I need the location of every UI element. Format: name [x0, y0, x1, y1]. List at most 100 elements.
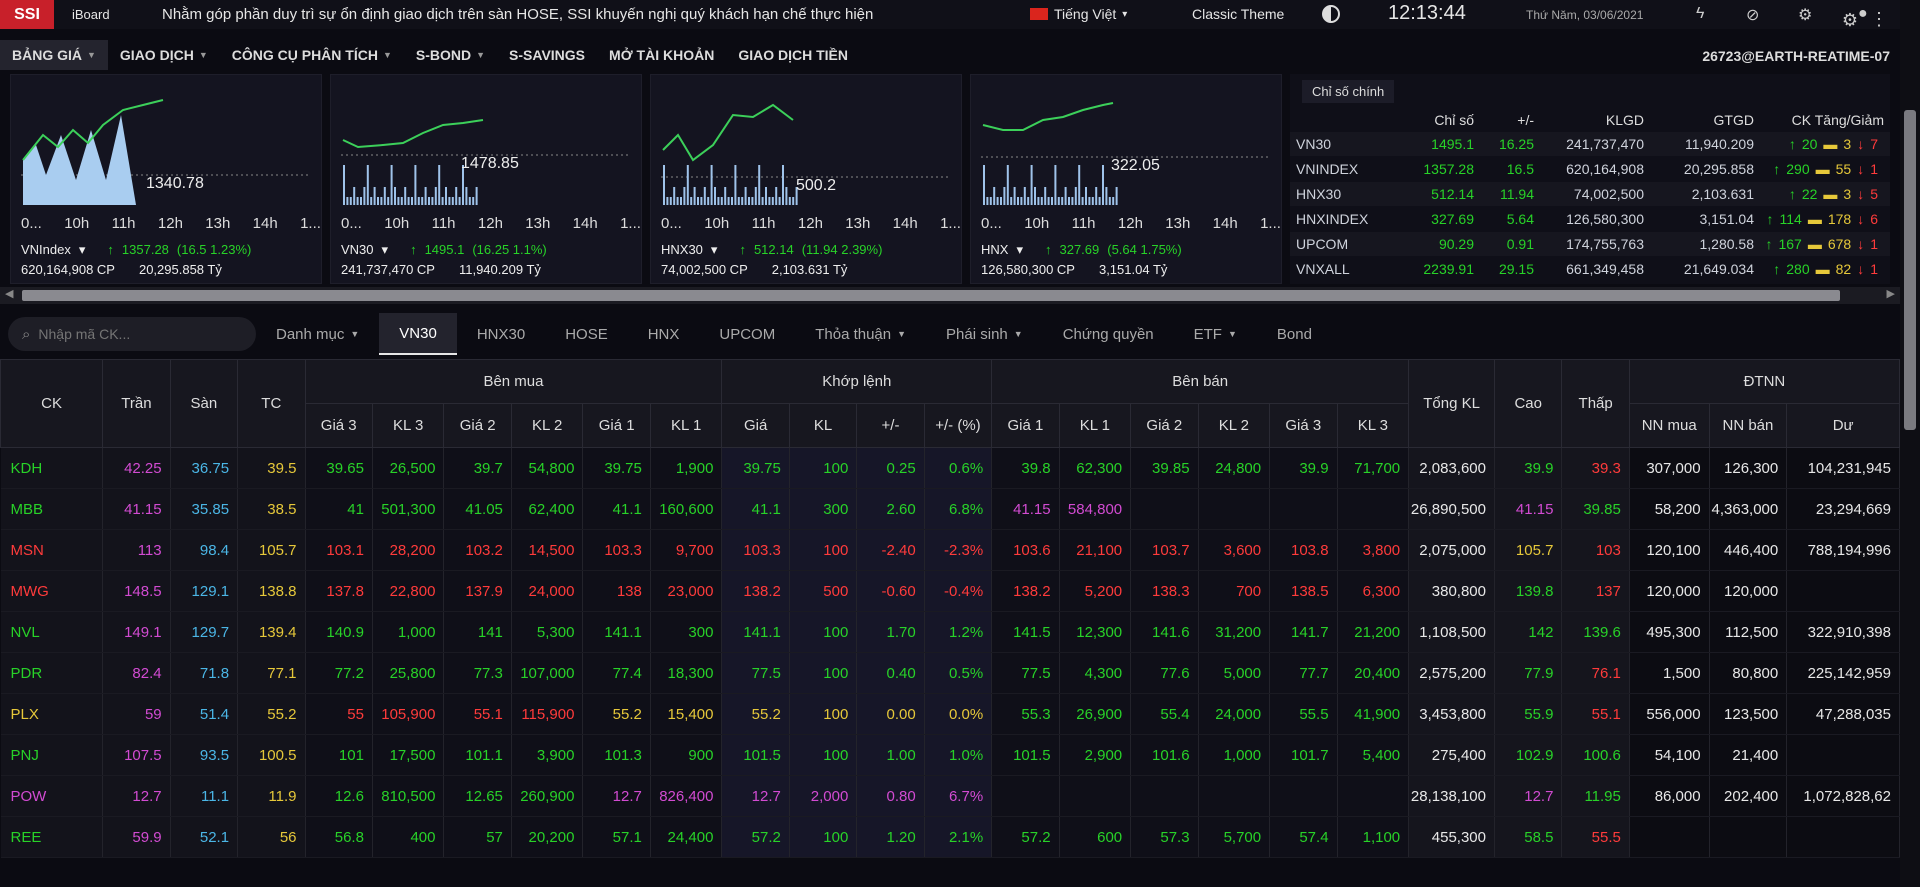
cell: [1198, 775, 1271, 817]
index-row[interactable]: VN30 1495.1 16.25 241,737,470 11,940.209 ↑ 20 …: [1290, 132, 1890, 156]
tab-vn30[interactable]: VN30: [379, 313, 457, 355]
cell: 1,100: [1337, 816, 1410, 858]
tab-hnx30[interactable]: HNX30: [457, 313, 545, 355]
theme-label[interactable]: Classic Theme: [1192, 6, 1284, 22]
cell: 100: [789, 816, 858, 858]
table-row[interactable]: KDH 42.25 36.75 39.5 39.65 26,500 39.7 54,800 39…: [0, 447, 1900, 489]
mini-chart-hnx30[interactable]: 500.2 0... 10h 11h 12h 13h 14h 1... HNX30 ▾ ↑ 512.1…: [650, 74, 962, 284]
vertical-scrollbar[interactable]: [1900, 0, 1920, 887]
tab-chứng-quyền[interactable]: Chứng quyền: [1043, 313, 1174, 355]
cell: 3,900: [511, 734, 584, 776]
table-row[interactable]: MWG 148.5 129.1 138.8 137.8 22,800 137.9 24,000…: [0, 570, 1900, 612]
arrow-up-icon: ↑: [1766, 211, 1774, 227]
index-name[interactable]: VN30: [341, 242, 374, 258]
index-name: VNINDEX: [1296, 161, 1359, 177]
scrollbar-thumb[interactable]: [22, 290, 1840, 301]
cell: 39.8: [991, 447, 1060, 489]
theme-toggle-icon[interactable]: [1322, 5, 1340, 23]
cell: 2,900: [1059, 734, 1132, 776]
ssi-logo[interactable]: SSI: [0, 0, 54, 29]
chevron-down-icon[interactable]: ▾: [711, 242, 718, 258]
stock-search[interactable]: ⌕: [8, 317, 256, 351]
index-volume: 126,580,300: [1566, 211, 1644, 227]
index-row[interactable]: VNINDEX 1357.28 16.5 620,164,908 20,295.858 ↑…: [1290, 157, 1890, 181]
news-ticker[interactable]: Nhằm góp phần duy trì sự ổn định giao dị…: [162, 6, 1002, 23]
cell: 86,000: [1628, 775, 1710, 817]
index-summary: VNIndex ▾ ↑ 1357.28 (16.5 1.23%): [21, 242, 251, 258]
tab-hnx[interactable]: HNX: [628, 313, 700, 355]
language-selector[interactable]: Tiếng Việt ▾: [1030, 6, 1127, 22]
cell: 41: [305, 488, 373, 530]
cell: 57.2: [991, 816, 1060, 858]
table-row[interactable]: PLX 59 51.4 55.2 55 105,900 55.1 115,900 55.2 15,…: [0, 693, 1900, 735]
tab-danh-mục[interactable]: Danh mục ▼: [256, 313, 379, 355]
nav-item-6[interactable]: GIAO DỊCH TIỀN: [726, 40, 860, 70]
volume-bar: [404, 187, 407, 205]
chevron-down-icon[interactable]: ▾: [1016, 242, 1023, 258]
tab-phái-sinh[interactable]: Phái sinh ▼: [926, 313, 1043, 355]
chart-scrollbar[interactable]: ◀ ▶: [0, 287, 1900, 304]
cell: 2.1%: [924, 816, 993, 858]
more-options-icon[interactable]: ⋮: [1870, 9, 1888, 30]
nav-item-label: MỞ TÀI KHOẢN: [609, 47, 715, 63]
nav-item-5[interactable]: MỞ TÀI KHOẢN: [597, 40, 726, 70]
nav-item-4[interactable]: S-SAVINGS: [497, 40, 597, 70]
cell: 400: [372, 816, 445, 858]
tab-hose[interactable]: HOSE: [545, 313, 628, 355]
tab-bond[interactable]: Bond: [1257, 313, 1332, 355]
table-row[interactable]: REE 59.9 52.1 56 56.8 400 57 20,200 57.1 24,400 57…: [0, 816, 1900, 858]
cell: 12.7: [1494, 775, 1563, 817]
index-name[interactable]: VNIndex: [21, 242, 71, 258]
cell: 58.5: [1494, 816, 1563, 858]
table-row[interactable]: MSN 113 98.4 105.7 103.1 28,200 103.2 14,500 103…: [0, 529, 1900, 571]
cell: 9,700: [650, 529, 723, 571]
settings-icon[interactable]: ⚙: [1798, 5, 1812, 25]
cell: 11.9: [237, 775, 306, 817]
index-name[interactable]: HNX30: [661, 242, 703, 258]
volume-bar: [758, 165, 761, 205]
tab-main-indices[interactable]: Chỉ số chính: [1302, 80, 1395, 103]
tab-thỏa-thuận[interactable]: Thỏa thuận ▼: [795, 313, 926, 355]
scroll-left-icon[interactable]: ◀: [5, 287, 13, 300]
gear-icon[interactable]: ⚙: [1842, 10, 1858, 31]
index-row[interactable]: HNXINDEX 327.69 5.64 126,580,300 3,151.04 ↑ 11…: [1290, 207, 1890, 231]
account-id[interactable]: 26723@EARTH-REATIME-07: [1702, 48, 1890, 64]
index-header-3: KLGD: [1605, 112, 1644, 128]
nav-item-3[interactable]: S-BOND ▼: [404, 40, 497, 70]
scroll-right-icon[interactable]: ▶: [1887, 287, 1895, 300]
table-row[interactable]: PNJ 107.5 93.5 100.5 101 17,500 101.1 3,900 101.…: [0, 734, 1900, 776]
table-row[interactable]: PDR 82.4 71.8 77.1 77.2 25,800 77.3 107,000 77.4…: [0, 652, 1900, 694]
nav-item-2[interactable]: CÔNG CỤ PHÂN TÍCH ▼: [220, 40, 404, 70]
lightning-icon[interactable]: ϟ: [1696, 5, 1704, 23]
volume-bar: [775, 187, 778, 205]
nav-item-0[interactable]: BẢNG GIÁ ▼: [0, 40, 108, 70]
notification-off-icon[interactable]: ⊘: [1746, 5, 1759, 25]
cell: 6.7%: [924, 775, 993, 817]
col-high: Cao: [1493, 359, 1563, 448]
index-row[interactable]: UPCOM 90.29 0.91 174,755,763 1,280.58 ↑ 167 ▬ 6…: [1290, 232, 1890, 256]
table-row[interactable]: MBB 41.15 35.85 38.5 41 501,300 41.05 62,400 41.…: [0, 488, 1900, 530]
table-row[interactable]: POW 12.7 11.1 11.9 12.6 810,500 12.65 260,900 12…: [0, 775, 1900, 817]
cell: 380,800: [1408, 570, 1495, 612]
stock-symbol: NVL: [0, 611, 104, 653]
user-icon[interactable]: ●: [1858, 5, 1868, 23]
index-row[interactable]: VNXALL 2239.91 29.15 661,349,458 21,649.034 ↑…: [1290, 257, 1890, 281]
vertical-scrollbar-thumb[interactable]: [1904, 110, 1916, 430]
volume-bar: [1108, 197, 1111, 205]
search-input[interactable]: [38, 326, 219, 342]
nav-item-1[interactable]: GIAO DỊCH ▼: [108, 40, 220, 70]
mini-chart-vn30[interactable]: 1478.85 0... 10h 11h 12h 13h 14h 1... VN30 ▾ ↑ 1495…: [330, 74, 642, 284]
tab-upcom[interactable]: UPCOM: [699, 313, 795, 355]
mini-chart-vnindex[interactable]: 1340.78 0... 10h 11h 12h 13h 14h 1... VNIndex ▾ ↑ 1…: [10, 74, 322, 284]
index-row[interactable]: HNX30 512.14 11.94 74,002,500 2,103.631 ↑ 22 ▬…: [1290, 182, 1890, 206]
cell: 55.1: [1561, 693, 1630, 735]
chevron-down-icon[interactable]: ▾: [382, 242, 389, 258]
sparkline-chart: [21, 99, 311, 205]
declines: 1: [1870, 161, 1878, 177]
table-row[interactable]: NVL 149.1 129.7 139.4 140.9 1,000 141 5,300 141.…: [0, 611, 1900, 653]
cell: 139.8: [1494, 570, 1563, 612]
chevron-down-icon[interactable]: ▾: [79, 242, 86, 258]
tab-etf[interactable]: ETF ▼: [1174, 313, 1257, 355]
mini-chart-hnx[interactable]: 322.05 0... 10h 11h 12h 13h 14h 1... HNX ▾ ↑ 327.69…: [970, 74, 1282, 284]
index-name[interactable]: HNX: [981, 242, 1008, 258]
